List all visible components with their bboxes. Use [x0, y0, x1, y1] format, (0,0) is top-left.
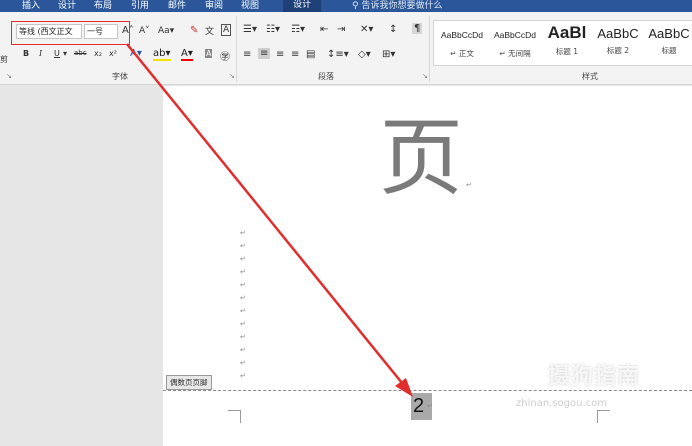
annotation-arrow: [126, 43, 413, 397]
